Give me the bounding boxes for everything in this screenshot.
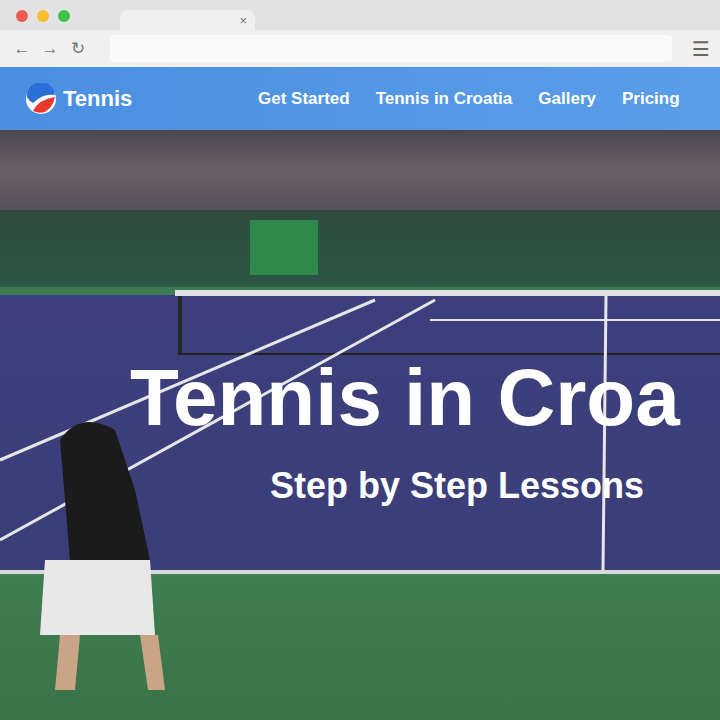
logo-text[interactable]: Tennis	[63, 86, 132, 112]
browser-chrome: × ← → ↻ ☰	[0, 0, 720, 67]
nav-link[interactable]: Get Started	[258, 89, 350, 109]
nav-link[interactable]: Pricing	[622, 89, 680, 109]
hero-title: Tennis in Croa	[0, 130, 720, 438]
close-dot-icon[interactable]	[16, 10, 28, 22]
site-logo[interactable]: Tennis	[0, 83, 258, 115]
tab-strip: ×	[0, 0, 720, 30]
window-controls	[0, 10, 96, 22]
site-header: Tennis Get Started Tennis in Croatia Galler…	[0, 67, 720, 130]
nav-link[interactable]: Gallery	[538, 89, 596, 109]
address-bar[interactable]	[110, 35, 672, 62]
forward-button[interactable]: →	[40, 40, 60, 57]
back-button[interactable]: ←	[12, 40, 32, 57]
hero-subtitle: Step by Step Lessons	[270, 468, 720, 504]
browser-tab[interactable]: ×	[120, 10, 255, 30]
maximize-dot-icon[interactable]	[58, 10, 70, 22]
browser-menu-button[interactable]: ☰	[692, 39, 710, 59]
minimize-dot-icon[interactable]	[37, 10, 49, 22]
site-nav: Get Started Tennis in Croatia Gallery Prici…	[258, 89, 680, 109]
nav-link[interactable]: Tennis in Croatia	[376, 89, 513, 109]
tab-close-button[interactable]: ×	[239, 14, 247, 27]
tennis-ball-icon	[25, 83, 57, 115]
hero-video[interactable]: Tennis in Croa Step by Step Lessons	[0, 130, 720, 720]
browser-toolbar: ← → ↻ ☰	[0, 30, 720, 67]
reload-button[interactable]: ↻	[68, 40, 88, 57]
hero-content: Tennis in Croa Step by Step Lessons	[0, 130, 720, 504]
